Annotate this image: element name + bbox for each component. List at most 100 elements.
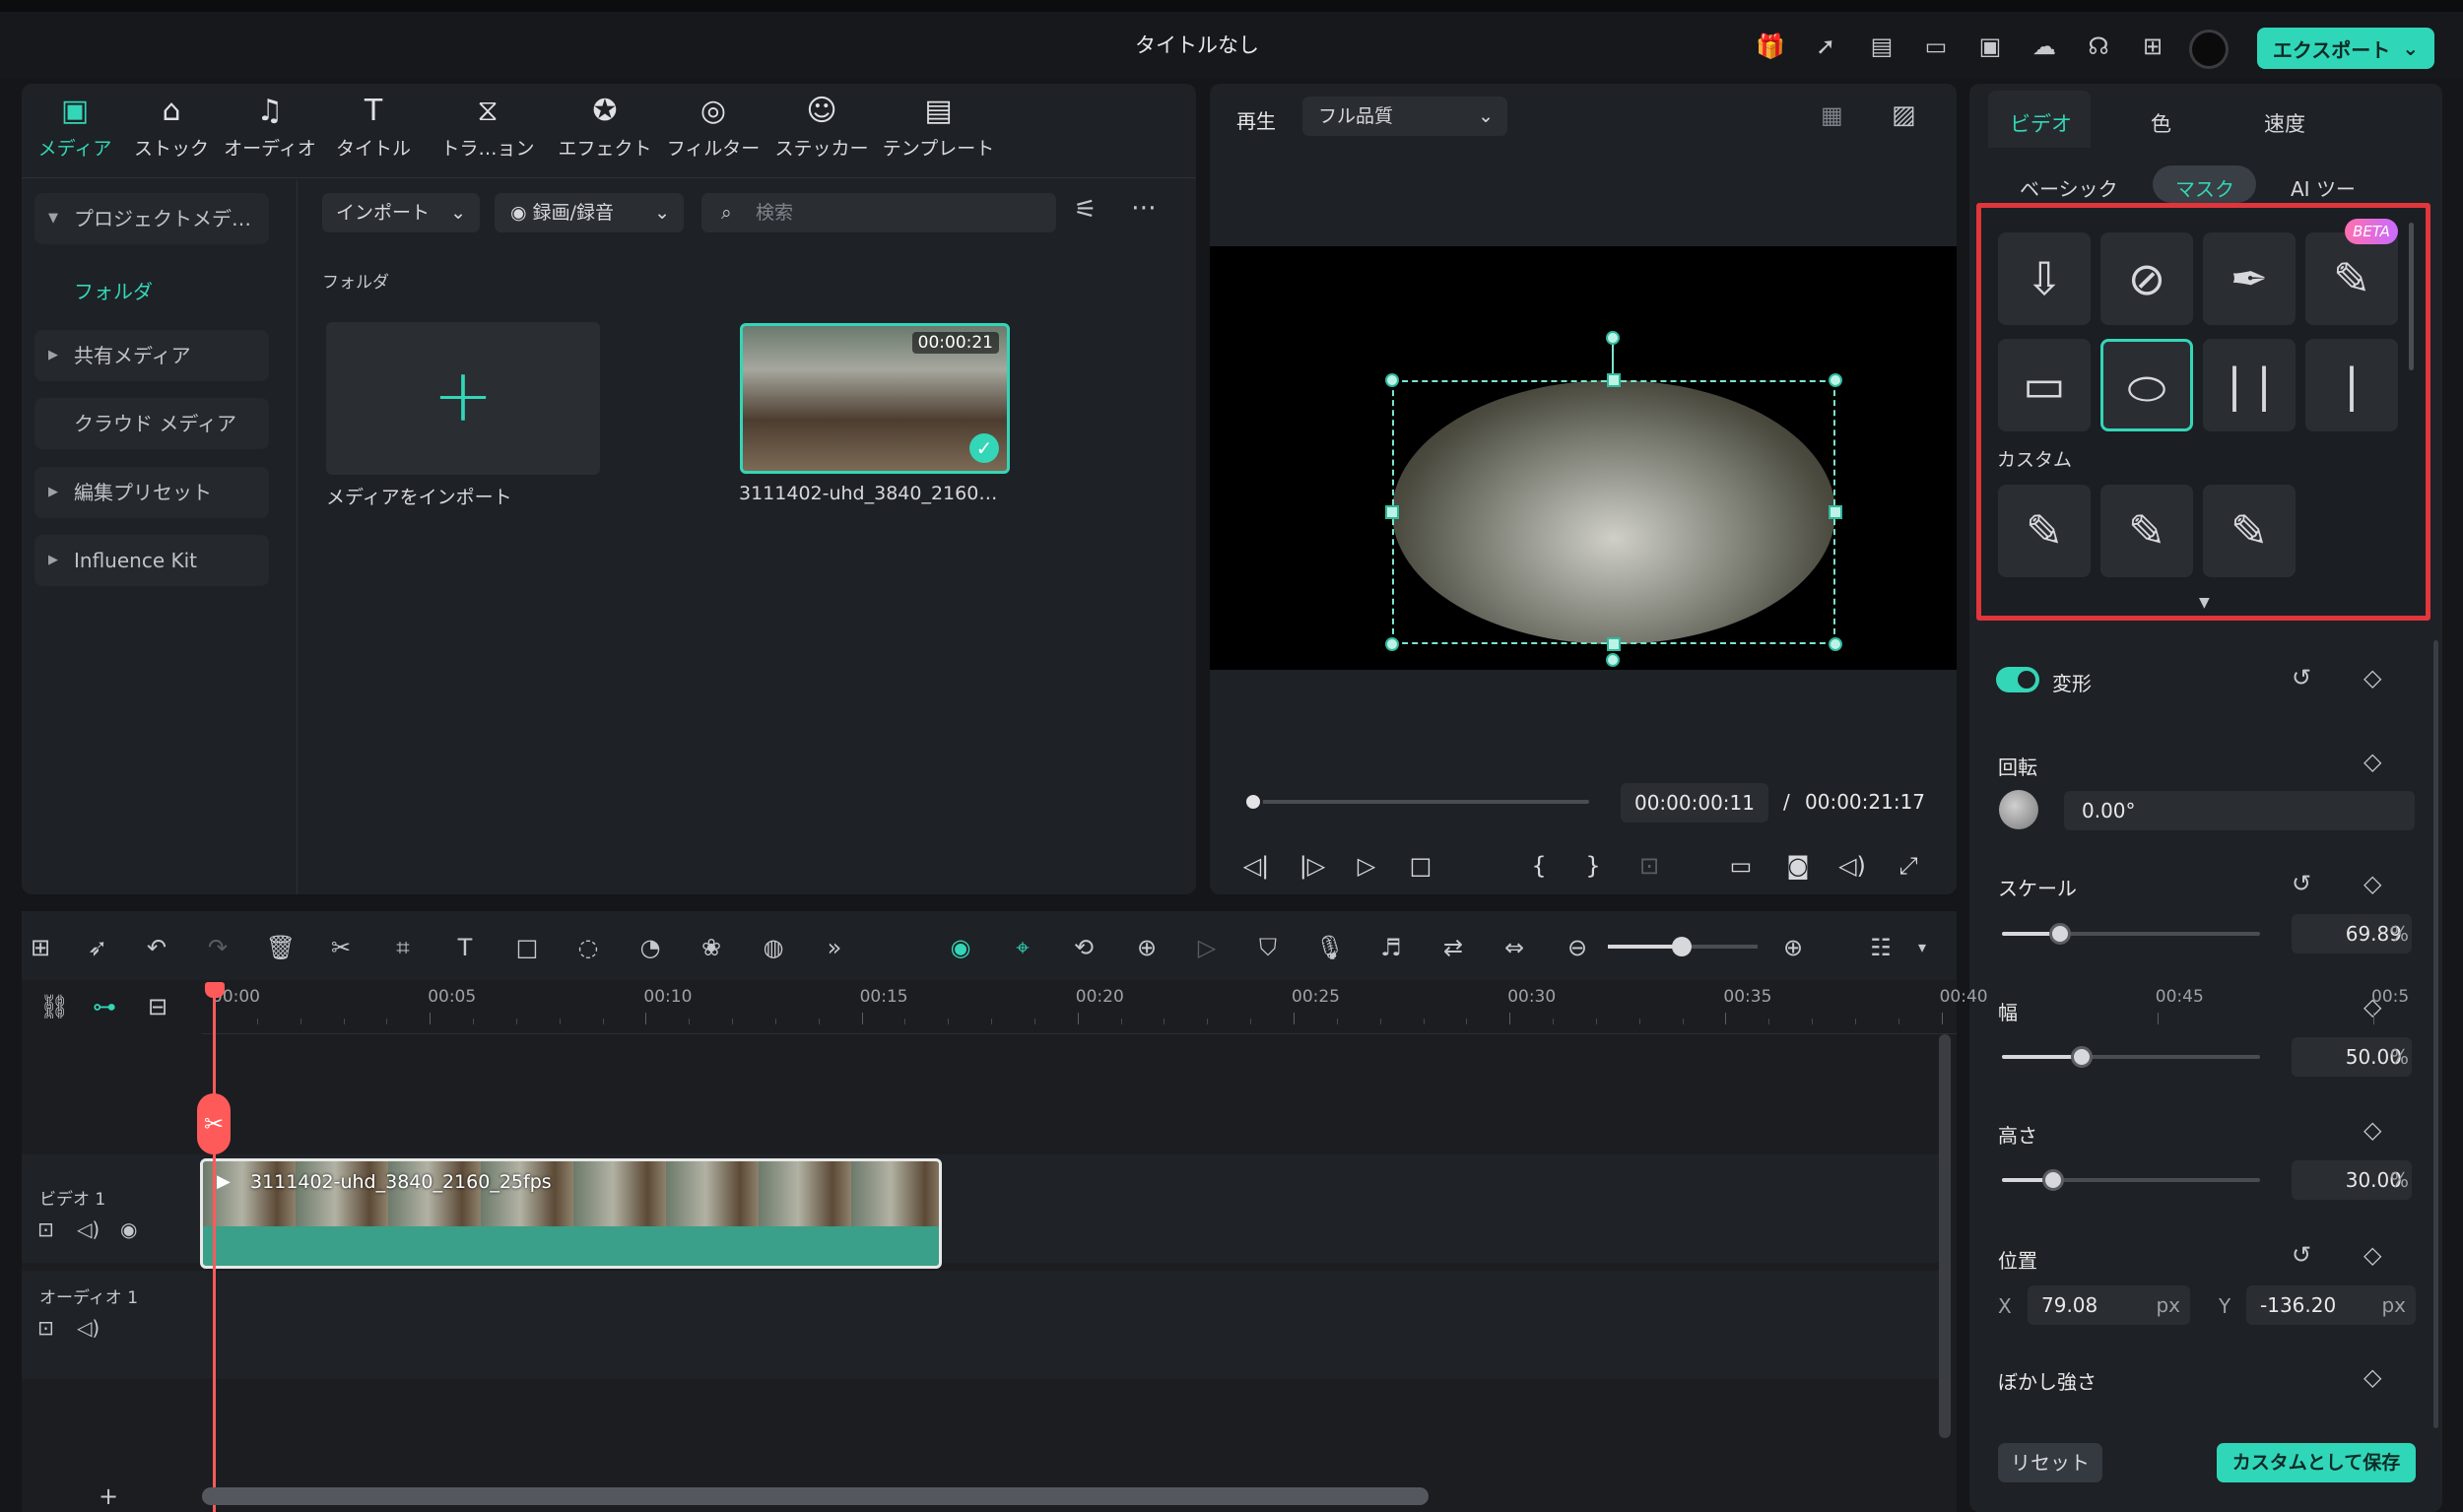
render-icon[interactable]: ▷ xyxy=(1190,931,1224,964)
color-icon[interactable]: ❀ xyxy=(695,931,728,964)
mask-none[interactable]: ⊘ xyxy=(2100,232,2193,325)
custom-mask-2[interactable]: ✎ xyxy=(2100,485,2193,577)
zoom-out-icon[interactable]: ⊖ xyxy=(1561,931,1594,964)
expand-down-icon[interactable]: ▼ xyxy=(2199,595,2210,611)
track-manager-icon[interactable]: ⊟ xyxy=(148,993,167,1020)
zoom-slider-knob[interactable] xyxy=(1672,937,1692,956)
save-icon[interactable]: ▣ xyxy=(1973,32,2007,61)
more-icon[interactable]: ⋯ xyxy=(1131,193,1157,223)
keyframe-icon[interactable]: ◇ xyxy=(2363,1363,2381,1391)
clipboard-icon[interactable]: ▤ xyxy=(1865,32,1898,61)
save-as-custom-button[interactable]: カスタムとして保存 xyxy=(2217,1443,2416,1482)
playhead[interactable] xyxy=(213,985,216,1512)
width-slider[interactable] xyxy=(2002,1055,2260,1059)
mask-selection-box[interactable] xyxy=(1392,380,1835,644)
fullscreen-icon[interactable]: ⤢ xyxy=(1892,849,1925,883)
ai-assistant-icon[interactable]: ◉ xyxy=(944,931,977,964)
mask-pen[interactable]: ✒ xyxy=(2203,232,2296,325)
add-track-button[interactable]: + xyxy=(99,1482,118,1510)
position-x-input[interactable]: 79.08 px xyxy=(2028,1285,2190,1325)
keyframe-icon[interactable]: ◇ xyxy=(2363,1241,2381,1269)
volume-icon[interactable]: ◁) xyxy=(77,1316,100,1340)
timeline-horizontal-scrollbar[interactable] xyxy=(202,1487,1429,1505)
next-frame-icon[interactable]: |▷ xyxy=(1296,849,1329,883)
quality-select[interactable]: フル品質 ⌄ xyxy=(1302,97,1507,136)
playhead-cap[interactable] xyxy=(205,982,225,998)
tab-color[interactable]: 色 xyxy=(2151,108,2171,138)
audio-mixer-icon[interactable]: ♬ xyxy=(1374,931,1408,964)
mask-tool-icon[interactable]: ◌ xyxy=(571,931,605,964)
cloud-icon[interactable]: ☁ xyxy=(2028,32,2061,61)
undo-icon[interactable]: ↶ xyxy=(140,931,173,964)
crop-icon[interactable]: ⌗ xyxy=(386,931,420,964)
scrubber-knob[interactable] xyxy=(1243,792,1263,812)
headset-icon[interactable]: ☊ xyxy=(2082,32,2115,61)
track-settings-icon[interactable]: ☷ xyxy=(1864,931,1897,964)
tab-transition[interactable]: ⧖ トラ…ョン xyxy=(436,89,539,172)
corner-handle-bl[interactable] xyxy=(1385,637,1399,651)
split-handle[interactable]: ✂ xyxy=(197,1093,231,1154)
keyframe-icon[interactable]: ◇ xyxy=(2363,1116,2381,1144)
volume-icon[interactable]: ◁) xyxy=(77,1217,100,1241)
corner-handle-br[interactable] xyxy=(1829,637,1842,651)
tab-filter[interactable]: ◎ フィルター xyxy=(662,89,765,172)
keyframe-icon[interactable]: ◇ xyxy=(2363,870,2381,897)
replace-icon[interactable]: ⇄ xyxy=(1436,931,1470,964)
lock-icon[interactable]: ⊡ xyxy=(37,1217,54,1241)
tab-template[interactable]: ▤ テンプレート xyxy=(877,89,1000,172)
delete-icon[interactable]: 🗑 xyxy=(264,931,298,964)
snapshot-icon[interactable]: ◙ xyxy=(1781,849,1815,883)
layout-grid-icon[interactable]: ⊞ xyxy=(24,931,57,964)
unlink-icon[interactable]: ⛓ xyxy=(39,993,69,1020)
send-icon[interactable]: ➚ xyxy=(1809,32,1842,61)
mask-ellipse[interactable]: ⬭ xyxy=(2100,339,2193,431)
add-media-icon[interactable]: ⊕ xyxy=(1130,931,1164,964)
record-dropdown[interactable]: ◉ 録画/録音 ⌄ xyxy=(495,193,684,232)
keyframe-icon[interactable]: ◇ xyxy=(2363,664,2381,691)
timeline-video-clip[interactable]: ▶ 3111402-uhd_3840_2160_25fps xyxy=(200,1158,942,1269)
import-media-tile[interactable]: + xyxy=(326,322,600,475)
mark-in-icon[interactable]: { xyxy=(1522,849,1556,883)
reset-icon[interactable]: ↺ xyxy=(2292,664,2311,691)
sidebar-item-influence-kit[interactable]: ▶ Influence Kit xyxy=(34,535,269,586)
search-input[interactable]: ⌕ 検索 xyxy=(701,193,1056,232)
lock-icon[interactable]: ⊡ xyxy=(37,1316,54,1340)
grid-icon[interactable]: ⊞ xyxy=(2136,32,2169,61)
rotation-input[interactable]: 0.00° xyxy=(2064,791,2415,830)
display-icon[interactable]: ▭ xyxy=(1724,849,1758,883)
ai-icon[interactable]: ◍ xyxy=(757,931,790,964)
reset-icon[interactable]: ↺ xyxy=(2292,1241,2311,1269)
edge-handle-bottom[interactable] xyxy=(1607,637,1621,651)
sidebar-item-project-media[interactable]: ▼ プロジェクトメデ… xyxy=(34,193,269,244)
tab-audio[interactable]: ♫ オーディオ xyxy=(219,89,321,172)
tab-sticker[interactable]: ☺ ステッカー xyxy=(770,89,873,172)
playback-scrubber[interactable] xyxy=(1244,800,1589,804)
gift-icon[interactable]: 🎁 xyxy=(1754,32,1787,61)
insert-icon[interactable]: ⊡ xyxy=(1632,849,1666,883)
corner-handle-tr[interactable] xyxy=(1829,373,1842,387)
snap-icon[interactable]: ⌖ xyxy=(1006,931,1039,964)
filter-sort-icon[interactable]: ⚟ xyxy=(1074,195,1097,225)
sidebar-item-edit-presets[interactable]: ▶ 編集プリセット xyxy=(34,467,269,518)
redo-icon[interactable]: ↷ xyxy=(201,931,234,964)
tab-speed[interactable]: 速度 xyxy=(2264,108,2305,138)
text-icon[interactable]: T xyxy=(448,931,482,964)
link-icon[interactable]: ⊶ xyxy=(93,993,116,1020)
prev-frame-icon[interactable]: ◁| xyxy=(1239,849,1273,883)
shape-icon[interactable]: □ xyxy=(510,931,544,964)
media-clip-thumbnail[interactable]: 00:00:21 ✓ xyxy=(740,323,1010,474)
corner-handle-tl[interactable] xyxy=(1385,373,1399,387)
mask-rectangle[interactable]: ▭ xyxy=(1998,339,2091,431)
fit-icon[interactable]: ⇔ xyxy=(1498,931,1531,964)
volume-icon[interactable]: ◁) xyxy=(1835,849,1869,883)
image-icon[interactable]: ▨ xyxy=(1892,100,1916,130)
chevron-down-icon[interactable]: ▾ xyxy=(1905,931,1939,964)
edge-handle-top[interactable] xyxy=(1607,373,1621,387)
auto-ripple-icon[interactable]: ⟲ xyxy=(1067,931,1100,964)
rotate-handle[interactable] xyxy=(1606,331,1620,345)
select-tool-icon[interactable]: ➶ xyxy=(81,931,114,964)
mic-icon[interactable]: 🎙 xyxy=(1313,931,1347,964)
layout-icon[interactable]: ▭ xyxy=(1919,32,1953,61)
grid-view-icon[interactable]: ▦ xyxy=(1821,101,1843,129)
tab-video[interactable]: ビデオ xyxy=(2010,108,2072,138)
